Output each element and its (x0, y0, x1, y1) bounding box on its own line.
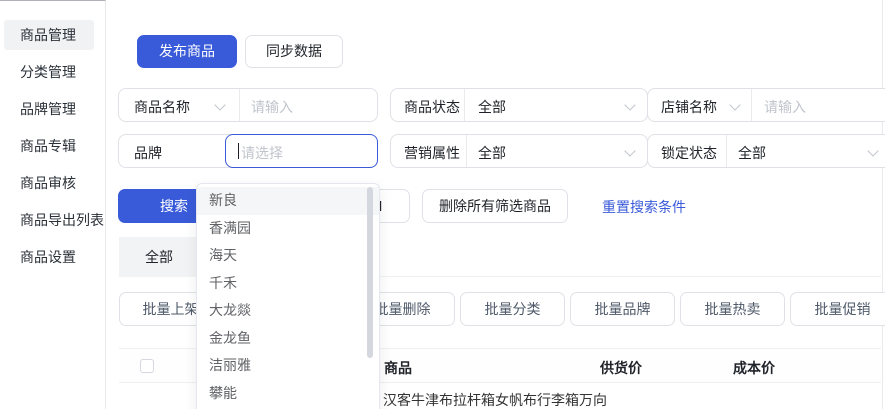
column-header-cost-price: 成本价 (733, 358, 775, 378)
group-divider (464, 89, 465, 121)
dropdown-option[interactable]: 攀能 (197, 380, 379, 408)
sidebar-item-product-settings[interactable]: 商品设置 (4, 242, 94, 272)
chevron-down-icon[interactable] (867, 145, 878, 156)
sidebar-item-category-management[interactable]: 分类管理 (4, 57, 94, 87)
product-name-filter-label[interactable]: 商品名称 (134, 97, 190, 117)
batch-promotion-button[interactable]: 批量促销 (790, 292, 885, 326)
tab-all[interactable]: 全部 (119, 237, 199, 277)
lock-status-filter-group: 锁定状态 全部 (647, 134, 885, 168)
dropdown-scrollbar[interactable] (367, 187, 373, 358)
group-divider (751, 89, 752, 121)
sidebar: 商品管理 分类管理 品牌管理 商品专辑 商品审核 商品导出列表 商品设置 (0, 0, 106, 409)
text-cursor (238, 143, 239, 159)
sync-data-button[interactable]: 同步数据 (245, 35, 343, 68)
select-all-checkbox[interactable] (140, 359, 154, 373)
brand-filter-group: 品牌 请选择 (118, 134, 378, 168)
dropdown-option[interactable]: 海天 (197, 242, 379, 270)
group-divider (466, 135, 467, 167)
chevron-down-icon[interactable] (214, 99, 225, 110)
product-status-filter-group: 商品状态 全部 (390, 88, 648, 122)
group-divider (239, 89, 240, 121)
product-name-filter-group: 商品名称 请输入 (118, 88, 378, 122)
column-header-supply-price: 供货价 (600, 358, 642, 378)
brand-filter-label: 品牌 (134, 143, 162, 163)
shop-name-filter-group: 店铺名称 请输入 (647, 88, 885, 122)
chevron-down-icon[interactable] (624, 99, 635, 110)
brand-select-placeholder: 请选择 (241, 143, 283, 163)
product-name-cell[interactable]: 汉客牛津布拉杆箱女帆布行李箱万向 (383, 390, 607, 409)
brand-dropdown-panel: 新良 香满园 海天 千禾 大龙燚 金龙鱼 洁丽雅 攀能 (196, 183, 380, 409)
batch-category-button[interactable]: 批量分类 (460, 292, 565, 326)
lock-status-select[interactable]: 全部 (738, 143, 766, 163)
content-right-border (882, 0, 883, 409)
chevron-down-icon[interactable] (729, 99, 740, 110)
lock-status-filter-label: 锁定状态 (661, 143, 717, 163)
shop-name-input[interactable]: 请输入 (764, 97, 806, 117)
product-management-page: 商品管理 分类管理 品牌管理 商品专辑 商品审核 商品导出列表 商品设置 发布商… (0, 0, 885, 409)
product-status-filter-label: 商品状态 (404, 97, 460, 117)
sidebar-item-product-review[interactable]: 商品审核 (4, 168, 94, 198)
sidebar-item-product-album[interactable]: 商品专辑 (4, 131, 94, 161)
marketing-select[interactable]: 全部 (478, 143, 506, 163)
sidebar-item-brand-management[interactable]: 品牌管理 (4, 94, 94, 124)
product-name-input[interactable]: 请输入 (251, 97, 293, 117)
batch-hot-sale-button[interactable]: 批量热卖 (680, 292, 785, 326)
dropdown-option[interactable]: 洁丽雅 (197, 352, 379, 380)
dropdown-option[interactable]: 新良 (197, 187, 379, 215)
publish-product-button[interactable]: 发布商品 (137, 35, 237, 68)
delete-filtered-products-button[interactable]: 删除所有筛选商品 (422, 189, 568, 223)
product-status-select[interactable]: 全部 (478, 97, 506, 117)
column-header-product: 商品 (384, 358, 412, 378)
dropdown-option[interactable]: 金龙鱼 (197, 325, 379, 353)
group-divider (726, 135, 727, 167)
sidebar-item-product-export-list[interactable]: 商品导出列表 (4, 205, 94, 235)
batch-brand-button[interactable]: 批量品牌 (570, 292, 675, 326)
dropdown-option[interactable]: 大龙燚 (197, 297, 379, 325)
chevron-down-icon[interactable] (624, 145, 635, 156)
dropdown-option[interactable]: 千禾 (197, 270, 379, 298)
brand-select-input[interactable]: 请选择 (225, 134, 378, 168)
shop-name-filter-label[interactable]: 店铺名称 (661, 97, 717, 117)
dropdown-option[interactable]: 香满园 (197, 215, 379, 243)
sidebar-item-product-management[interactable]: 商品管理 (4, 20, 94, 50)
marketing-filter-group: 营销属性 全部 (390, 134, 648, 168)
marketing-filter-label: 营销属性 (404, 143, 460, 163)
reset-search-link[interactable]: 重置搜索条件 (602, 197, 686, 217)
